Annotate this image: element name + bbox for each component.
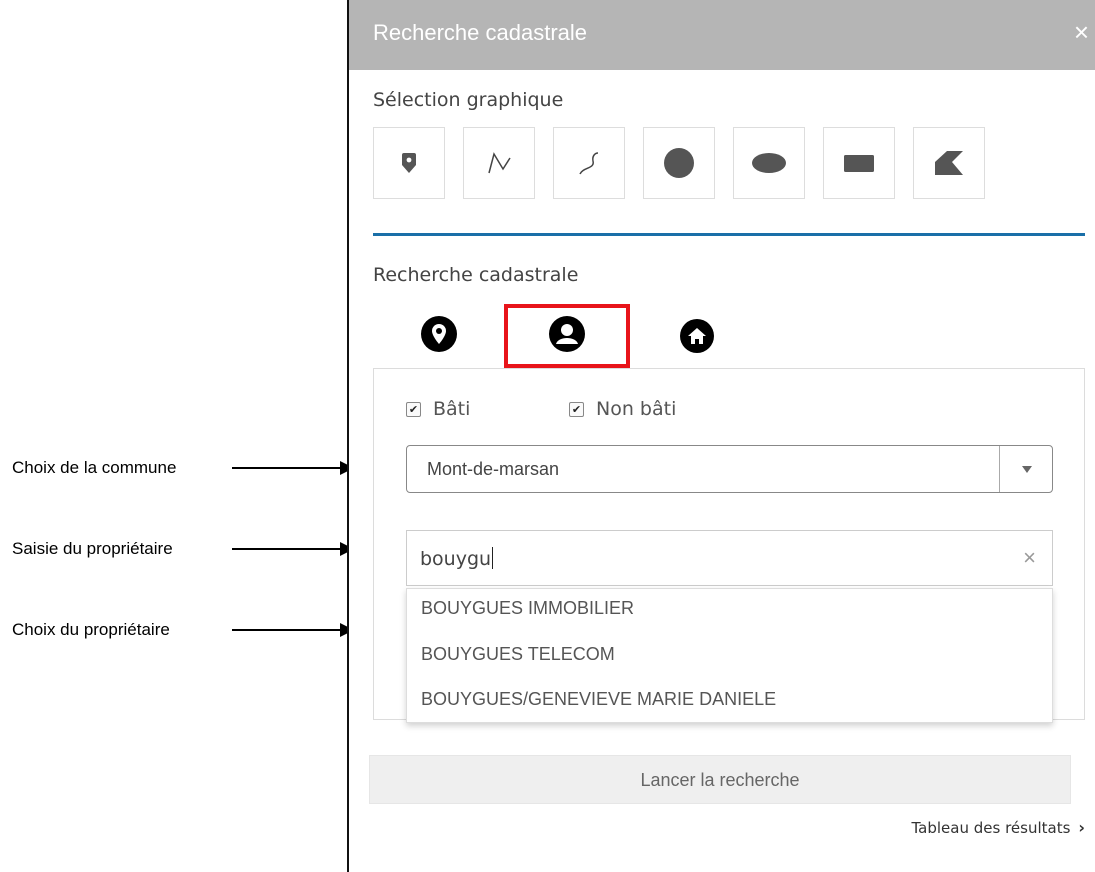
checkmark-icon: ✔	[406, 401, 421, 417]
owner-search-input[interactable]: bouygu ×	[406, 530, 1053, 586]
annotation-label: Saisie du propriétaire	[12, 539, 173, 558]
home-icon	[680, 319, 714, 353]
map-pin-icon	[402, 153, 416, 173]
circle-tool-button[interactable]	[643, 127, 715, 199]
polygon-tool-button[interactable]	[913, 127, 985, 199]
graphic-selection-label: Sélection graphique	[373, 89, 564, 111]
list-item[interactable]: BOUYGUES IMMOBILIER	[421, 598, 634, 619]
rectangle-tool-button[interactable]	[823, 127, 895, 199]
rectangle-icon	[844, 155, 874, 172]
tab-parcel-location[interactable]	[419, 314, 459, 354]
annotation-owner-input: Saisie du propriétaire	[0, 537, 360, 561]
bati-checkbox[interactable]: ✔ Bâti	[406, 398, 470, 420]
list-item[interactable]: BOUYGUES TELECOM	[421, 644, 615, 665]
annotation-arrow-line	[232, 548, 342, 550]
annotation-commune: Choix de la commune	[0, 456, 360, 480]
cadastral-search-panel: Recherche cadastrale × Sélection graphiq…	[347, 0, 1095, 872]
non-bati-checkbox[interactable]: ✔ Non bâti	[569, 398, 676, 420]
freehand-line-icon	[579, 152, 599, 175]
ellipse-tool-button[interactable]	[733, 127, 805, 199]
section-separator	[373, 233, 1085, 236]
checkmark-icon: ✔	[569, 401, 584, 417]
annotation-arrow-line	[232, 467, 342, 469]
annotation-label: Choix du propriétaire	[12, 620, 170, 639]
panel-title: Recherche cadastrale	[373, 20, 588, 45]
polyline-tool-button[interactable]	[463, 127, 535, 199]
location-pin-icon	[421, 316, 457, 352]
launch-search-button[interactable]: Lancer la recherche	[369, 755, 1071, 804]
close-icon[interactable]: ×	[1074, 18, 1089, 46]
polyline-icon	[488, 152, 511, 174]
select-divider	[999, 446, 1000, 492]
annotation-label: Choix de la commune	[12, 458, 177, 477]
active-tab-highlight	[504, 304, 630, 368]
text-cursor	[492, 547, 494, 569]
annotation-arrow-line	[232, 629, 342, 631]
owner-search-value: bouygu	[420, 548, 492, 570]
annotation-owner-choice: Choix du propriétaire	[0, 618, 360, 642]
chevron-right-icon: ›	[1078, 818, 1085, 837]
point-tool-button[interactable]	[373, 127, 445, 199]
freehand-line-tool-button[interactable]	[553, 127, 625, 199]
dropdown-caret-icon	[1022, 466, 1032, 473]
cadastral-search-label: Recherche cadastrale	[373, 264, 579, 286]
results-table-link[interactable]: Tableau des résultats ›	[911, 818, 1085, 837]
tab-address[interactable]	[677, 316, 717, 356]
non-bati-label: Non bâti	[596, 398, 677, 420]
clear-icon[interactable]: ×	[1023, 545, 1036, 571]
results-table-label: Tableau des résultats	[911, 818, 1071, 837]
list-item[interactable]: BOUYGUES/GENEVIEVE MARIE DANIELE	[421, 689, 776, 710]
ellipse-icon	[752, 153, 786, 173]
polygon-icon	[935, 151, 963, 175]
circle-icon	[664, 148, 694, 178]
commune-select-value: Mont-de-marsan	[427, 459, 560, 479]
commune-select[interactable]: Mont-de-marsan	[406, 445, 1053, 493]
owner-suggestions-list: BOUYGUES IMMOBILIER BOUYGUES TELECOM BOU…	[406, 588, 1053, 723]
panel-titlebar: Recherche cadastrale ×	[349, 0, 1095, 70]
bati-label: Bâti	[433, 398, 471, 420]
owner-search-value-wrap: bouygu	[420, 547, 494, 570]
